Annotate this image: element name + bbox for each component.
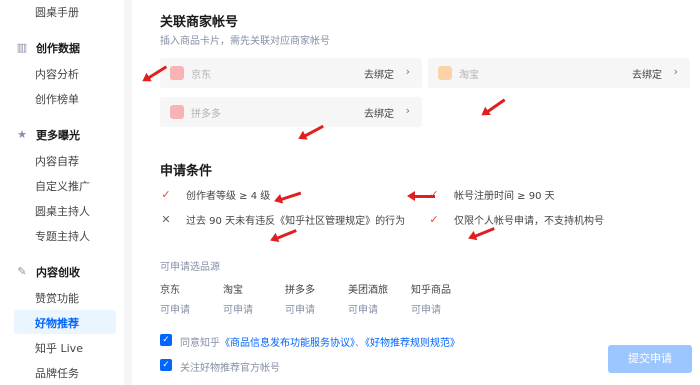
bind-card-pinduoduo[interactable]: 拼多多 去绑定 ›	[160, 97, 422, 127]
check-icon: ✓	[161, 188, 171, 201]
source-taobao: 淘宝 可申请	[223, 285, 253, 316]
bind-section-title: 关联商家帐号	[160, 15, 239, 30]
source-zhihu-goods: 知乎商品 可申请	[411, 285, 451, 316]
condition-personal-only: ✓ 仅限个人帐号申请，不支持机构号	[429, 213, 604, 227]
sidebar-item-roundtable-host[interactable]: 圆桌主持人	[35, 203, 90, 219]
sources-title: 可申请选品源	[160, 262, 220, 273]
chevron-right-icon: ›	[405, 104, 410, 117]
sidebar-section-creation-data: ▥ 创作数据	[16, 41, 80, 56]
follow-checkbox[interactable]: ✓	[160, 359, 172, 371]
annotation-arrow	[407, 191, 435, 201]
bind-card-taobao[interactable]: 淘宝 去绑定 ›	[428, 58, 690, 88]
bind-card-jd[interactable]: 京东 去绑定 ›	[160, 58, 422, 88]
sidebar-item-good-recommend[interactable]: 好物推荐	[35, 315, 79, 331]
source-jd: 京东 可申请	[160, 285, 190, 316]
follow-official-text: 关注好物推荐官方帐号	[180, 363, 280, 374]
sidebar-item-custom-promotion[interactable]: 自定义推广	[35, 178, 90, 194]
chevron-right-icon: ›	[673, 65, 678, 78]
main-panel: 关联商家帐号 插入商品卡片，需先关联对应商家帐号 京东 去绑定 › 淘宝 去绑定…	[132, 0, 700, 385]
sidebar-section-more-exposure: ★ 更多曝光	[17, 128, 80, 143]
bind-section-subtitle: 插入商品卡片，需先关联对应商家帐号	[160, 36, 330, 47]
cross-icon: ✕	[161, 213, 171, 226]
sidebar-item-zhihu-live[interactable]: 知乎 Live	[35, 340, 83, 356]
sidebar-item-content-analysis[interactable]: 内容分析	[35, 66, 79, 82]
sidebar-item-topic-host[interactable]: 专题主持人	[35, 228, 90, 244]
chevron-right-icon: ›	[405, 65, 410, 78]
condition-registration-time: ✓ 帐号注册时间 ≥ 90 天	[428, 187, 554, 202]
pen-icon: ✎	[17, 265, 27, 278]
source-meituan: 美团酒旅 可申请	[348, 285, 388, 316]
sidebar-item-roundtable-manual[interactable]: 圆桌手册	[35, 4, 79, 20]
service-agreement-link[interactable]: 《商品信息发布功能服务协议》	[220, 338, 355, 349]
bar-chart-icon: ▥	[16, 41, 28, 54]
agreement-text: 同意知乎《商品信息发布功能服务协议》、《好物推荐规则规范》	[180, 338, 460, 349]
condition-level: ✓ 创作者等级 ≥ 4 级	[161, 188, 271, 202]
taobao-logo-icon	[438, 66, 452, 80]
conditions-title: 申请条件	[160, 164, 213, 179]
sidebar: 圆桌手册 ▥ 创作数据 内容分析 创作榜单 ★ 更多曝光 内容自荐 自定义推广 …	[0, 0, 124, 385]
condition-no-violation: ✕ 过去 90 天未有违反《知乎社区管理规定》的行为	[161, 213, 406, 227]
sidebar-item-appreciation[interactable]: 赞赏功能	[35, 290, 79, 306]
star-icon: ★	[17, 128, 27, 141]
sidebar-item-self-recommend[interactable]: 内容自荐	[35, 153, 79, 169]
submit-button[interactable]: 提交申请	[608, 345, 692, 373]
source-pinduoduo: 拼多多 可申请	[285, 285, 315, 316]
agree-checkbox[interactable]: ✓	[160, 334, 172, 346]
sidebar-section-content-monetization: ✎ 内容创收	[17, 265, 80, 280]
check-icon: ✓	[429, 213, 439, 226]
sidebar-item-brand-tasks[interactable]: 品牌任务	[35, 365, 79, 381]
pinduoduo-logo-icon	[170, 105, 184, 119]
bind-button-jd[interactable]: 去绑定	[364, 66, 394, 81]
bind-button-pinduoduo[interactable]: 去绑定	[364, 105, 394, 120]
rules-link[interactable]: 《好物推荐规则规范》	[365, 338, 460, 349]
jd-logo-icon	[170, 66, 184, 80]
sidebar-item-creation-ranking[interactable]: 创作榜单	[35, 91, 79, 107]
bind-button-taobao[interactable]: 去绑定	[632, 66, 662, 81]
